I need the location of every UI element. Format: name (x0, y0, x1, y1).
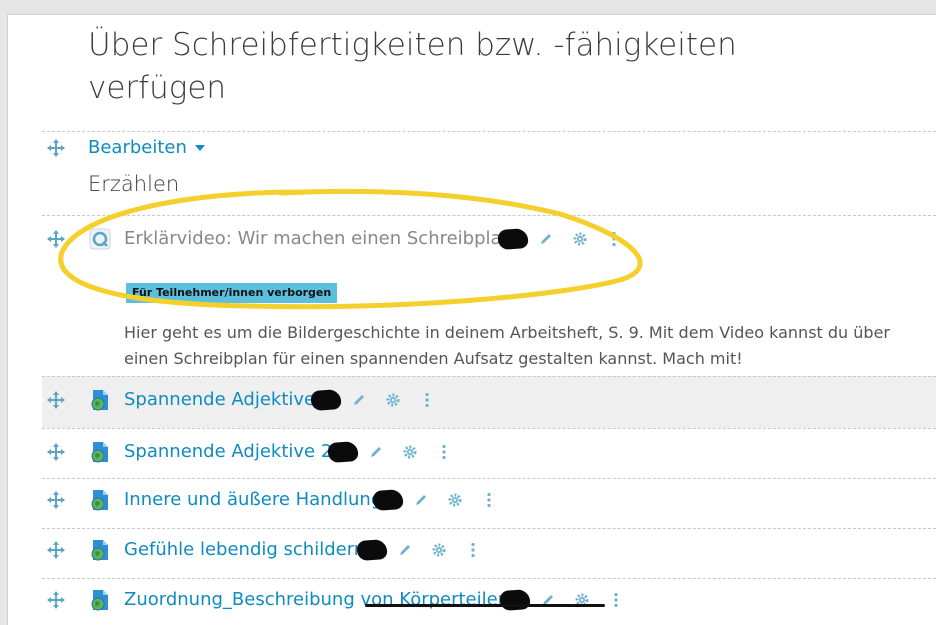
activity-description-line: Hier geht es um die Bildergeschichte in … (124, 323, 890, 342)
more-actions-icon[interactable] (465, 542, 481, 558)
activity-tools (372, 488, 515, 512)
activity-link[interactable]: Gefühle lebendig schildern (124, 538, 365, 562)
redaction-mark (499, 588, 531, 612)
divider (42, 131, 936, 132)
activity-tools (356, 538, 499, 562)
move-icon[interactable] (47, 491, 65, 509)
pencil-icon[interactable] (538, 231, 554, 247)
activity-link[interactable]: Zuordnung_Beschreibung von Körperteilen (124, 588, 509, 612)
activity-tools (497, 227, 640, 251)
divider (42, 578, 936, 579)
activity-link[interactable]: Spannende Adjektive 2 (124, 440, 332, 464)
url-globe-icon (88, 488, 112, 512)
move-icon[interactable] (47, 391, 65, 409)
redaction-mark (327, 440, 359, 464)
gear-icon[interactable] (431, 542, 447, 558)
edit-menu[interactable]: Bearbeiten (88, 136, 205, 160)
strike-mark (365, 604, 605, 607)
redaction-mark (497, 227, 529, 251)
edit-menu-label: Bearbeiten (88, 137, 187, 158)
chevron-down-icon (194, 145, 205, 151)
divider (42, 376, 936, 377)
activity-description-line: einen Schreibplan für einen spannenden A… (124, 349, 743, 368)
section-title: Über Schreibfertigkeiten bzw. -fähigkeit… (88, 27, 737, 106)
move-icon[interactable] (47, 139, 65, 157)
move-icon[interactable] (47, 443, 65, 461)
redaction-mark (356, 538, 388, 562)
activity-tools (499, 588, 642, 612)
pencil-icon[interactable] (351, 392, 367, 408)
activity-link[interactable]: Spannende Adjektive (124, 388, 315, 412)
gear-icon[interactable] (572, 231, 588, 247)
hidden-badge: Für Teilnehmer/innen verborgen (126, 283, 338, 303)
activity-link-hidden[interactable]: Erklärvideo: Wir machen einen Schreibpla… (124, 227, 520, 251)
move-icon[interactable] (47, 230, 65, 248)
url-globe-icon (88, 538, 112, 562)
gear-icon[interactable] (402, 444, 418, 460)
url-globe-icon (88, 388, 112, 412)
more-actions-icon[interactable] (608, 592, 624, 608)
redaction-mark (372, 488, 404, 512)
divider (42, 478, 936, 479)
url-globe-icon (88, 588, 112, 612)
move-icon[interactable] (47, 591, 65, 609)
more-actions-icon[interactable] (481, 492, 497, 508)
pencil-icon[interactable] (397, 542, 413, 558)
redaction-mark (310, 388, 342, 412)
activity-link[interactable]: Innere und äußere Handlung (124, 488, 382, 512)
interactive-video-icon (88, 227, 112, 251)
more-actions-icon[interactable] (419, 392, 435, 408)
activity-tools (327, 440, 470, 464)
move-icon[interactable] (47, 541, 65, 559)
divider (42, 528, 936, 529)
pencil-icon[interactable] (413, 492, 429, 508)
subheading: Erzählen (88, 172, 180, 196)
more-actions-icon[interactable] (606, 231, 622, 247)
more-actions-icon[interactable] (436, 444, 452, 460)
gear-icon[interactable] (385, 392, 401, 408)
url-globe-icon (88, 440, 112, 464)
divider (42, 215, 936, 216)
divider (42, 428, 936, 429)
gear-icon[interactable] (447, 492, 463, 508)
activity-tools (310, 388, 453, 412)
pencil-icon[interactable] (368, 444, 384, 460)
